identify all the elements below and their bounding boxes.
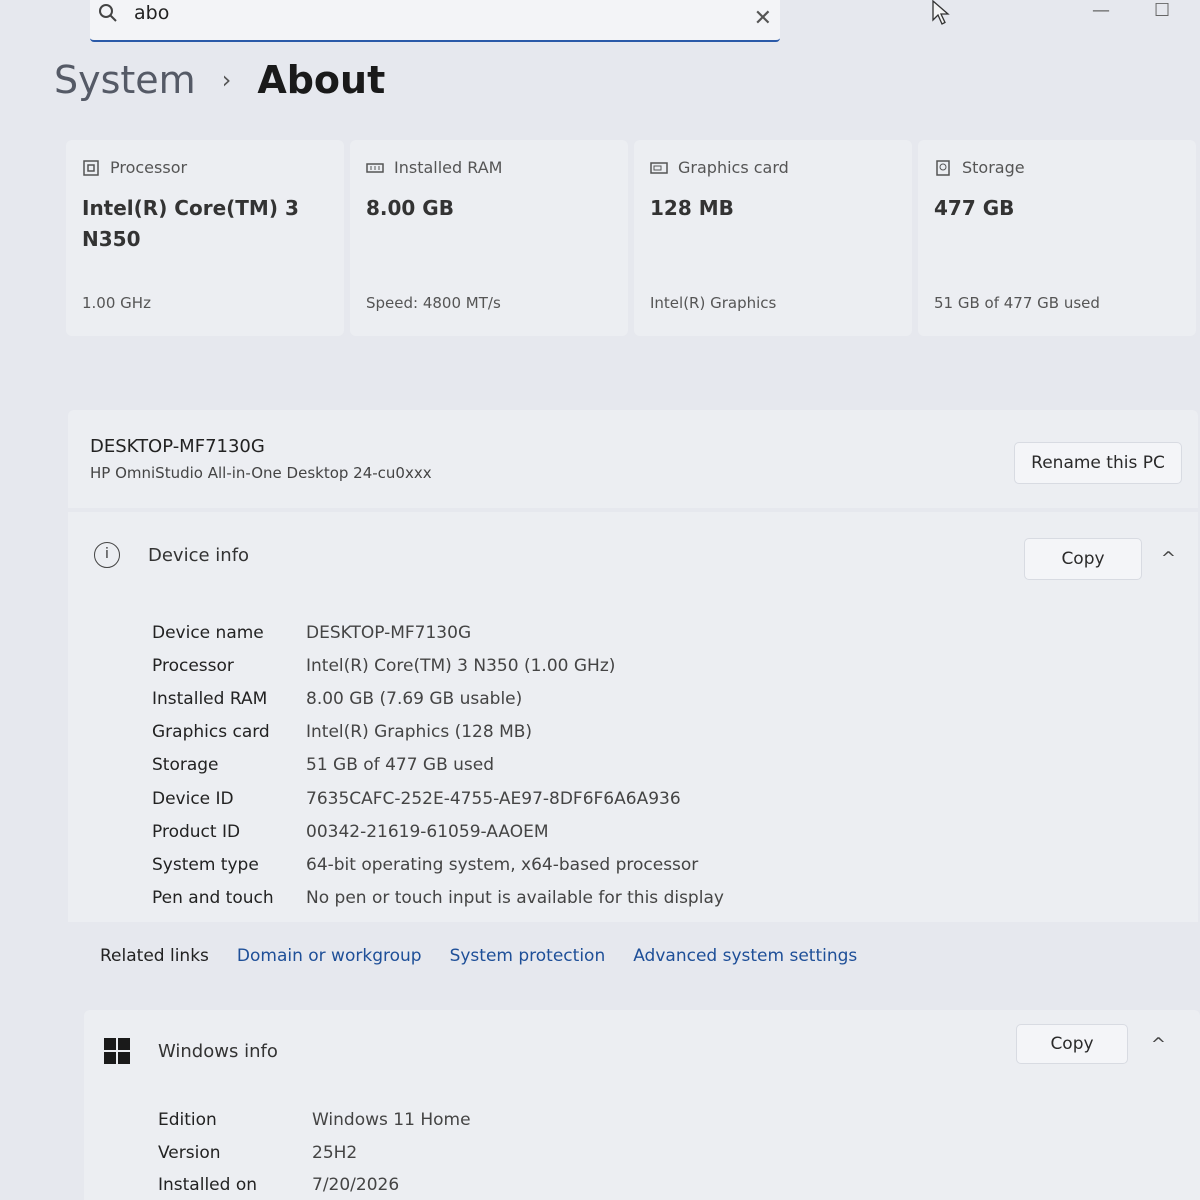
spec-cards: Processor Intel(R) Core(TM) 3 N350 1.00 … bbox=[66, 140, 1196, 336]
table-row: Installed RAM 8.00 GB (7.69 GB usable) bbox=[152, 682, 724, 715]
table-row: Device name DESKTOP-MF7130G bbox=[152, 616, 724, 649]
mouse-pointer-icon bbox=[932, 0, 950, 25]
spec-key: Storage bbox=[152, 755, 219, 776]
search-icon bbox=[99, 4, 117, 22]
graphics-card-card: Graphics card 128 MB Intel(R) Graphics bbox=[634, 140, 912, 336]
graphics-card-icon bbox=[650, 161, 668, 174]
device-info-header[interactable]: i Device info bbox=[94, 542, 249, 568]
spec-value: 8.00 GB (7.69 GB usable) bbox=[306, 688, 523, 709]
table-row: Version 25H2 bbox=[158, 1137, 471, 1170]
spec-key: Device name bbox=[152, 622, 264, 643]
search-input[interactable] bbox=[134, 0, 714, 26]
spec-key: Installed RAM bbox=[152, 688, 268, 709]
table-row: Storage 51 GB of 477 GB used bbox=[152, 749, 724, 782]
system-protection-link[interactable]: System protection bbox=[450, 946, 606, 966]
minimize-button[interactable]: — bbox=[1092, 0, 1110, 21]
table-row: Graphics card Intel(R) Graphics (128 MB) bbox=[152, 716, 724, 749]
chevron-up-icon[interactable]: ^ bbox=[1151, 1034, 1166, 1055]
spec-key: Graphics card bbox=[152, 722, 270, 743]
table-row: Product ID 00342-21619-61059-AAOEM bbox=[152, 815, 724, 848]
spec-value: Windows 11 Home bbox=[312, 1110, 471, 1131]
spec-value: Intel(R) Core(TM) 3 N350 (1.00 GHz) bbox=[306, 655, 616, 676]
spec-value: 00342-21619-61059-AAOEM bbox=[306, 821, 549, 842]
card-value: 128 MB bbox=[650, 196, 734, 220]
spec-key: Product ID bbox=[152, 821, 241, 842]
copy-windows-info-button[interactable]: Copy bbox=[1016, 1024, 1128, 1064]
device-info-panel: i Device info Copy ^ Device name DESKTOP-… bbox=[68, 512, 1198, 922]
maximize-button[interactable]: ☐ bbox=[1154, 0, 1170, 21]
info-icon: i bbox=[94, 542, 120, 568]
related-links-label: Related links bbox=[100, 946, 209, 966]
copy-device-info-button[interactable]: Copy bbox=[1024, 538, 1142, 580]
device-specs-table: Device name DESKTOP-MF7130G Processor Inte… bbox=[152, 616, 724, 915]
rename-pc-button[interactable]: Rename this PC bbox=[1014, 442, 1182, 484]
spec-value: 7635CAFC-252E-4755-AE97-8DF6F6A6A936 bbox=[306, 788, 681, 809]
spec-value: Intel(R) Graphics (128 MB) bbox=[306, 722, 533, 743]
spec-value: 64-bit operating system, x64-based proce… bbox=[306, 854, 699, 875]
spec-value: 7/20/2026 bbox=[312, 1175, 400, 1196]
storage-icon bbox=[936, 159, 950, 176]
card-value: 8.00 GB bbox=[366, 196, 454, 220]
pc-name-panel: DESKTOP-MF7130G HP OmniStudio All-in-One… bbox=[68, 410, 1198, 508]
windows-specs-table: Edition Windows 11 Home Version 25H2 Insta… bbox=[158, 1104, 471, 1200]
ram-card: Installed RAM 8.00 GB Speed: 4800 MT/s bbox=[350, 140, 628, 336]
spec-value: No pen or touch input is available for t… bbox=[306, 888, 724, 909]
card-label: Installed RAM bbox=[394, 158, 503, 177]
table-row: Pen and touch No pen or touch input is av… bbox=[152, 882, 724, 915]
spec-key: Installed on bbox=[158, 1175, 258, 1196]
spec-key: System type bbox=[152, 854, 259, 875]
domain-or-workgroup-link[interactable]: Domain or workgroup bbox=[237, 946, 422, 966]
table-row: System type 64-bit operating system, x64-… bbox=[152, 848, 724, 881]
spec-key: Processor bbox=[152, 655, 234, 676]
spec-value: 25H2 bbox=[312, 1142, 358, 1163]
advanced-system-settings-link[interactable]: Advanced system settings bbox=[633, 946, 857, 966]
card-subtext: 1.00 GHz bbox=[82, 294, 151, 312]
clear-search-icon[interactable]: ✕ bbox=[754, 6, 772, 31]
card-subtext: 51 GB of 477 GB used bbox=[934, 294, 1100, 312]
table-row: Device ID 7635CAFC-252E-4755-AE97-8DF6F6A… bbox=[152, 782, 724, 815]
card-label: Processor bbox=[110, 158, 188, 177]
spec-key: Edition bbox=[158, 1110, 217, 1131]
table-row: Installed on 7/20/2026 bbox=[158, 1169, 471, 1200]
processor-icon bbox=[83, 159, 99, 176]
processor-card: Processor Intel(R) Core(TM) 3 N350 1.00 … bbox=[66, 140, 344, 336]
breadcrumb: System › About bbox=[54, 58, 385, 102]
settings-search-box[interactable]: ✕ bbox=[90, 0, 780, 42]
card-label: Graphics card bbox=[678, 158, 789, 177]
chevron-right-icon: › bbox=[221, 66, 232, 94]
pc-name: DESKTOP-MF7130G bbox=[90, 436, 265, 457]
related-links: Related links Domain or workgroup System… bbox=[100, 946, 857, 966]
windows-info-header[interactable]: Windows info bbox=[104, 1038, 278, 1064]
storage-card: Storage 477 GB 51 GB of 477 GB used bbox=[918, 140, 1196, 336]
ram-icon bbox=[366, 162, 384, 173]
breadcrumb-system[interactable]: System bbox=[54, 58, 196, 102]
windows-info-title: Windows info bbox=[158, 1040, 278, 1062]
card-value: 477 GB bbox=[934, 196, 1015, 220]
chevron-up-icon[interactable]: ^ bbox=[1161, 548, 1176, 569]
windows-info-panel: Windows info Copy ^ Edition Windows 11 Ho… bbox=[84, 1010, 1200, 1200]
spec-key: Version bbox=[158, 1142, 221, 1163]
spec-value: 51 GB of 477 GB used bbox=[306, 755, 495, 776]
table-row: Edition Windows 11 Home bbox=[158, 1104, 471, 1137]
card-label: Storage bbox=[962, 158, 1025, 177]
windows-logo-icon bbox=[104, 1038, 130, 1064]
table-row: Processor Intel(R) Core(TM) 3 N350 (1.00 … bbox=[152, 649, 724, 682]
page-title: About bbox=[257, 58, 386, 102]
card-subtext: Speed: 4800 MT/s bbox=[366, 294, 501, 312]
device-info-title: Device info bbox=[148, 544, 250, 566]
card-subtext: Intel(R) Graphics bbox=[650, 294, 777, 312]
card-value: Intel(R) Core(TM) 3 N350 bbox=[82, 196, 299, 251]
pc-model: HP OmniStudio All-in-One Desktop 24-cu0x… bbox=[90, 464, 432, 482]
spec-value: DESKTOP-MF7130G bbox=[306, 622, 472, 643]
spec-key: Pen and touch bbox=[152, 888, 274, 909]
spec-key: Device ID bbox=[152, 788, 234, 809]
